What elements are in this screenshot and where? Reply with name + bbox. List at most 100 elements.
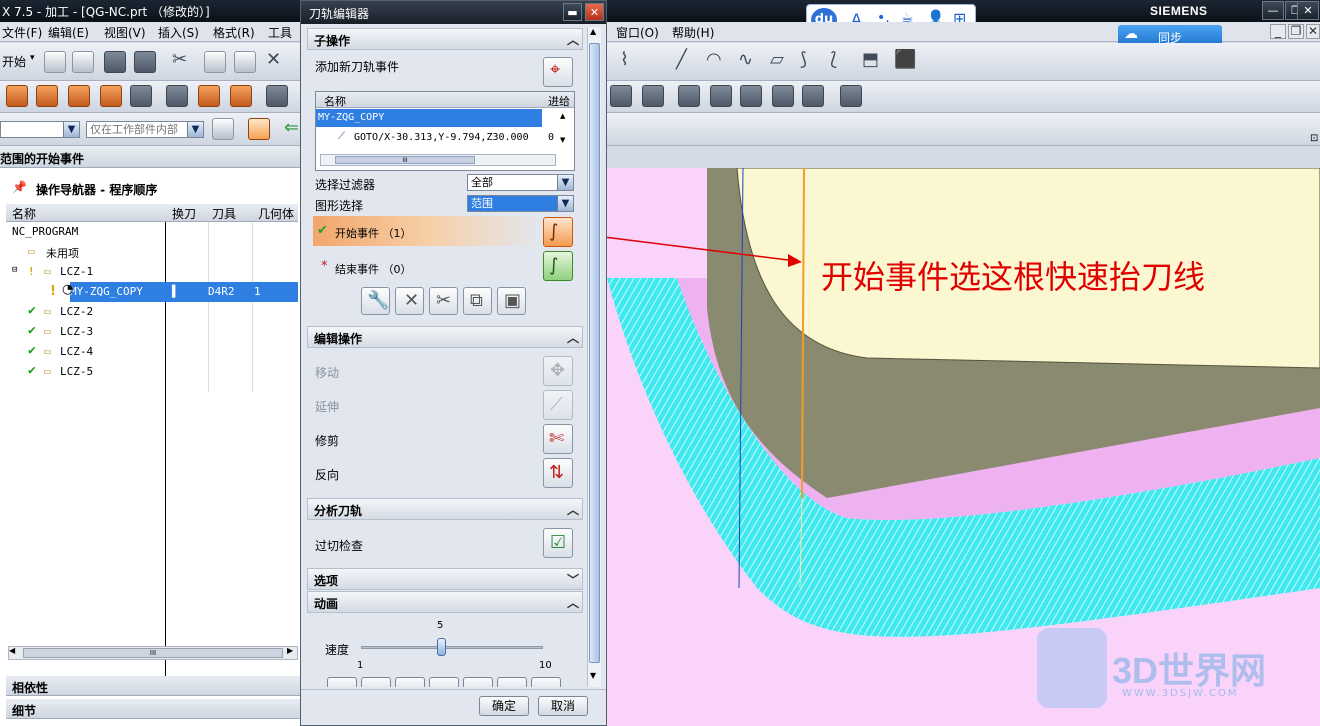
panel-restore-icon[interactable]: ⊡	[1310, 133, 1318, 144]
minimize-button[interactable]: —	[1262, 1, 1284, 20]
pin-icon[interactable]: 📌	[12, 180, 27, 194]
view-icon-2[interactable]	[642, 85, 664, 107]
view-icon-5[interactable]	[740, 85, 762, 107]
line-icon[interactable]: ╱	[676, 49, 687, 71]
scroll-up-icon[interactable]: ▲	[590, 27, 596, 36]
mdi-restore-button[interactable]: ❐	[1288, 24, 1304, 39]
mach-view-icon[interactable]	[266, 85, 288, 107]
menu-tools[interactable]: 工具	[268, 24, 292, 41]
event-row-goto[interactable]: ⟋ GOTO/X-30.313,Y-9.794,Z30.000 0	[316, 129, 556, 147]
copy-event-button[interactable]: ⧉	[463, 287, 492, 315]
offset-curve-icon[interactable]: ⟆	[800, 49, 807, 71]
wrench-button[interactable]: 🔧	[361, 287, 390, 315]
section-animation[interactable]: 动画 ︿	[307, 591, 583, 613]
dialog-close-button[interactable]: ✕	[585, 3, 604, 21]
scroll-thumb[interactable]	[589, 43, 600, 663]
tree-row-my-zqg-copy[interactable]: MY-ZQG_COPY ▌ D4R2 1	[70, 282, 298, 302]
delete-icon[interactable]: ✕	[266, 49, 281, 71]
shop-docs-icon[interactable]	[166, 85, 188, 107]
extend-button[interactable]: ⟋	[543, 390, 573, 420]
menu-view[interactable]: 视图(V)	[104, 24, 146, 41]
tree-row-lcz-1[interactable]: ⊟ ! ▭ LCZ-1	[8, 262, 298, 282]
menu-edit[interactable]: 编辑(E)	[48, 24, 89, 41]
dependencies-panel[interactable]: 相依性	[6, 676, 302, 696]
navigator-scrollbar[interactable]: ◀ III ▶	[8, 646, 298, 660]
collapse-icon[interactable]: ⊟	[12, 265, 17, 275]
section-edit-ops[interactable]: 编辑操作 ︿	[307, 326, 583, 348]
mdi-close-button[interactable]: ✕	[1306, 24, 1320, 39]
cut-icon[interactable]: ✂	[172, 49, 187, 71]
batch-icon[interactable]	[230, 85, 252, 107]
new-file-icon[interactable]	[44, 51, 66, 73]
view-icon-6[interactable]	[772, 85, 794, 107]
section-options[interactable]: 选项 ﹀	[307, 568, 583, 590]
tree-row-lcz-4[interactable]: ✔ ▭ LCZ-4	[8, 342, 298, 362]
play-last-button[interactable]	[497, 677, 527, 687]
cut-event-button[interactable]: ✂	[429, 287, 458, 315]
spline-icon[interactable]: ∿	[738, 49, 753, 71]
add-event-button[interactable]: ⌖	[543, 57, 573, 87]
mirror-curve-icon[interactable]: ⟅	[830, 49, 837, 71]
end-event-button[interactable]: ∫	[543, 251, 573, 281]
arrow-icon[interactable]: ⇐	[284, 117, 299, 139]
filter-select[interactable]: 全部 ▼	[467, 174, 574, 191]
play-loop-button[interactable]	[531, 677, 561, 687]
replay-toolpath-icon[interactable]	[36, 85, 58, 107]
dialog-minimize-button[interactable]: ▬	[563, 3, 582, 21]
simulate-icon[interactable]	[100, 85, 122, 107]
play-button[interactable]	[429, 677, 459, 687]
speed-slider-thumb[interactable]	[437, 638, 446, 656]
scope-filter-select[interactable]: 仅在工作部件内部 ▼	[86, 121, 204, 138]
play-forward-button[interactable]	[463, 677, 493, 687]
type-filter-select[interactable]: ▼	[0, 121, 80, 138]
play-first-button[interactable]	[327, 677, 357, 687]
snap-point-icon[interactable]	[248, 118, 270, 140]
speed-slider-track[interactable]	[361, 646, 543, 649]
output-cls-icon[interactable]	[198, 85, 220, 107]
curve-tool-icon[interactable]: ⌇	[620, 49, 629, 71]
view-icon-3[interactable]	[678, 85, 700, 107]
event-list[interactable]: 名称 进给 MY-ZQG_COPY ⟋ GOTO/X-30.313,Y-9.79…	[315, 91, 575, 171]
delete-event-button[interactable]: ✕	[395, 287, 424, 315]
reverse-button[interactable]: ⇅	[543, 458, 573, 488]
open-file-icon[interactable]	[72, 51, 94, 73]
stop-button[interactable]	[395, 677, 425, 687]
list-scroll-down-icon[interactable]: ▼	[560, 136, 565, 144]
gouge-check-button[interactable]: ☑	[543, 528, 573, 558]
section-sub-ops[interactable]: 子操作 ︿	[307, 28, 583, 50]
col-name[interactable]: 名称	[12, 205, 36, 222]
ok-button[interactable]: 确定	[479, 696, 529, 716]
trim-button[interactable]: ✄	[543, 424, 573, 454]
col-toolchange[interactable]: 换刀	[172, 205, 196, 222]
scroll-right-icon[interactable]: ▶	[287, 646, 293, 655]
assembly-filter-icon[interactable]	[212, 118, 234, 140]
menu-window[interactable]: 窗口(O)	[616, 24, 659, 41]
menu-file[interactable]: 文件(F)	[2, 24, 42, 41]
menu-help[interactable]: 帮助(H)	[672, 24, 714, 41]
graphic-select[interactable]: 范围 ▼	[467, 195, 574, 212]
event-row-operation[interactable]: MY-ZQG_COPY	[316, 109, 542, 127]
start-event-button[interactable]: ∫	[543, 217, 573, 247]
view-icon-1[interactable]	[610, 85, 632, 107]
project-icon[interactable]: ⬒	[862, 49, 879, 71]
scroll-down-icon[interactable]: ▼	[590, 671, 596, 680]
start-menu[interactable]: 开始	[2, 53, 26, 70]
col-tool[interactable]: 刀具	[212, 205, 236, 222]
tree-row-lcz-2[interactable]: ✔ ▭ LCZ-2	[8, 302, 298, 322]
copy-icon[interactable]	[204, 51, 226, 73]
settings-gear-icon[interactable]	[840, 85, 862, 107]
dialog-scrollbar[interactable]: ▲ ▼	[587, 27, 601, 687]
rect-icon[interactable]: ▱	[770, 49, 784, 71]
menu-insert[interactable]: 插入(S)	[158, 24, 199, 41]
arc-icon[interactable]: ◠	[706, 49, 722, 71]
menu-format[interactable]: 格式(R)	[213, 24, 255, 41]
list-scroll-up-icon[interactable]: ▲	[560, 112, 565, 120]
details-panel[interactable]: 细节	[6, 699, 302, 719]
scroll-left-icon[interactable]: ◀	[9, 646, 15, 655]
postprocess-icon[interactable]	[130, 85, 152, 107]
save-icon[interactable]	[104, 51, 126, 73]
section-analyze[interactable]: 分析刀轨 ︿	[307, 498, 583, 520]
solid-icon[interactable]: ⬛	[894, 49, 916, 71]
tree-row-lcz-5[interactable]: ✔ ▭ LCZ-5	[8, 362, 298, 382]
move-button[interactable]: ✥	[543, 356, 573, 386]
